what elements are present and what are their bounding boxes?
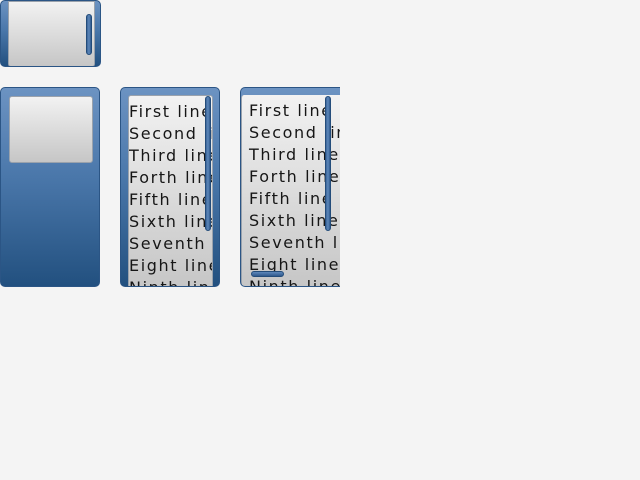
list-item[interactable]: Ninth line bbox=[249, 276, 340, 286]
text-list: First line Second line Third line Forth … bbox=[129, 101, 212, 286]
scroll-content-panel bbox=[9, 96, 93, 163]
list-item[interactable]: Eight line bbox=[129, 255, 212, 277]
list-item[interactable]: Second line bbox=[129, 123, 212, 145]
vertical-scrollbar-thumb[interactable] bbox=[325, 96, 331, 231]
empty-scroll-area bbox=[0, 87, 100, 287]
list-item[interactable]: Fifth line bbox=[129, 189, 212, 211]
list-item[interactable]: Forth line bbox=[129, 167, 212, 189]
list-item[interactable]: First line bbox=[129, 101, 212, 123]
list-item[interactable]: Third line bbox=[129, 145, 212, 167]
list-item[interactable]: Seventh line bbox=[129, 233, 212, 255]
text-list-area-2: First line Second line Third line Forth … bbox=[240, 87, 340, 287]
vertical-scrollbar-thumb[interactable] bbox=[205, 96, 211, 231]
list-item[interactable]: Seventh line bbox=[249, 232, 340, 254]
text-list-area: First line Second line Third line Forth … bbox=[120, 87, 220, 287]
text-list-viewport: First line Second line Third line Forth … bbox=[128, 95, 213, 286]
list-item[interactable]: Ninth line bbox=[129, 277, 212, 286]
horizontal-scrollbar-thumb[interactable] bbox=[251, 271, 284, 277]
vertical-scrollbar-thumb[interactable] bbox=[86, 14, 92, 55]
scroll-content-panel bbox=[8, 1, 95, 66]
small-scroll-area bbox=[0, 0, 101, 67]
list-item[interactable]: Sixth line bbox=[129, 211, 212, 233]
